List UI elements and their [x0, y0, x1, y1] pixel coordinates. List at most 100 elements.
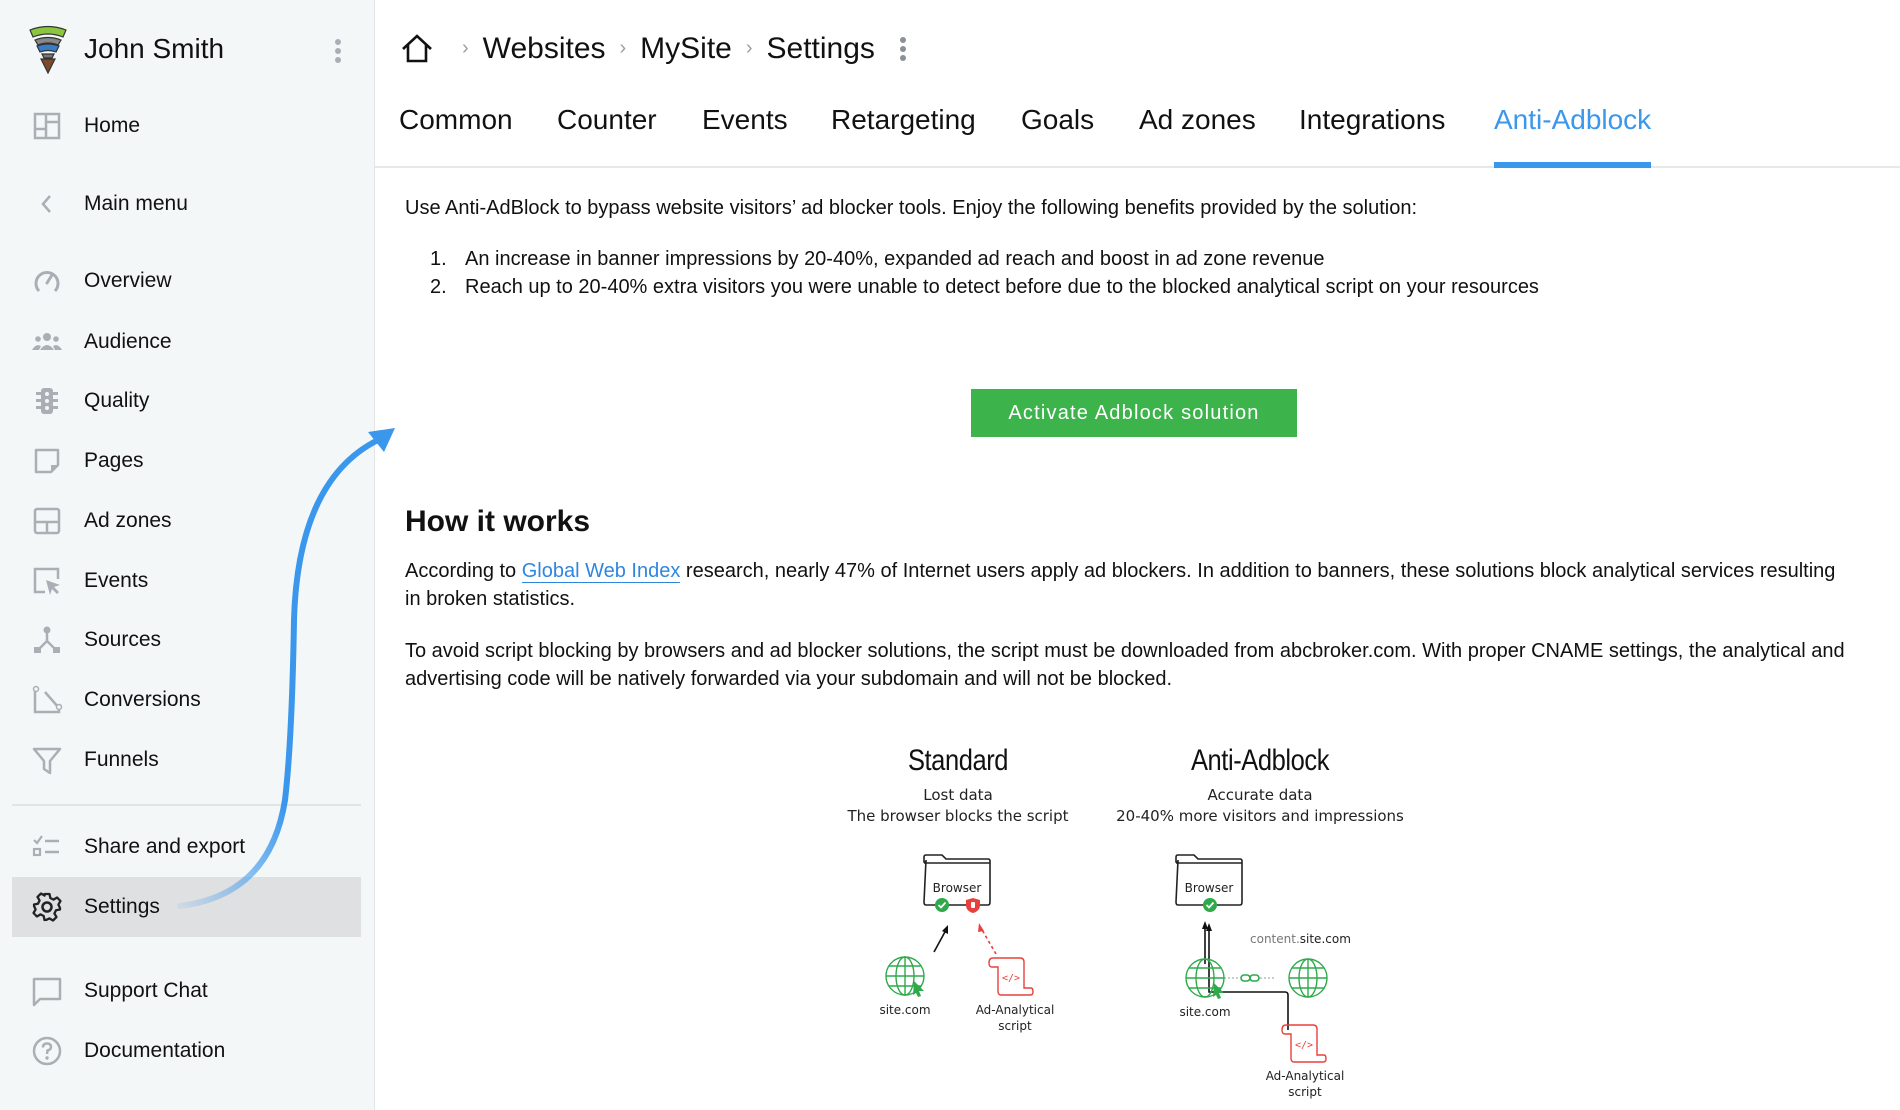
check-circle-icon: [935, 898, 949, 912]
gear-icon: [12, 878, 82, 936]
sidebar-item-home[interactable]: Home: [12, 97, 361, 155]
branch-icon: [12, 611, 82, 669]
browser-label: Browser: [932, 881, 982, 895]
list-number: 1.: [430, 248, 447, 270]
layout-icon: [12, 492, 82, 550]
sidebar-item-ad-zones[interactable]: Ad zones: [12, 492, 361, 550]
tab-ad-zones[interactable]: Ad zones: [1139, 104, 1256, 166]
arrow-site-to-browser: [933, 929, 947, 953]
text-segment: According to: [405, 560, 522, 582]
how-it-works-paragraph-1: According to Global Web Index research, …: [405, 557, 1845, 613]
benefits-list: 1. An increase in banner impressions by …: [430, 245, 1539, 301]
sidebar-item-label: Documentation: [84, 1039, 226, 1062]
sidebar-item-label: Quality: [84, 389, 150, 412]
sidebar-item-quality[interactable]: Quality: [12, 372, 361, 430]
sidebar-item-label: Main menu: [84, 192, 188, 215]
list-text: Reach up to 20-40% extra visitors you we…: [465, 276, 1539, 298]
tab-integrations[interactable]: Integrations: [1299, 104, 1445, 166]
sidebar-item-label: Settings: [84, 895, 160, 918]
user-header: John Smith: [0, 22, 375, 78]
tab-goals[interactable]: Goals: [1021, 104, 1094, 166]
chevron-left-icon: [12, 175, 82, 233]
script-scroll-icon: </>: [1281, 1024, 1327, 1063]
sidebar-item-label: Ad zones: [84, 509, 172, 532]
standard-title: Standard: [907, 744, 1009, 777]
sidebar: John Smith Home Main menu Overview Audie…: [0, 0, 375, 1110]
sidebar-item-label: Share and export: [84, 835, 246, 858]
breadcrumb-settings: Settings: [766, 32, 875, 65]
site-label: site.com: [879, 1003, 931, 1017]
sidebar-item-label: Pages: [84, 449, 144, 472]
sidebar-item-overview[interactable]: Overview: [12, 252, 361, 310]
breadcrumb-separator: ›: [619, 36, 627, 59]
breadcrumb-mysite[interactable]: MySite: [640, 32, 732, 66]
tab-anti-adblock[interactable]: Anti-Adblock: [1494, 104, 1652, 168]
script-label-2: script: [998, 1019, 1032, 1033]
sidebar-item-share-and-export[interactable]: Share and export: [12, 818, 361, 876]
anti-adblock-title: Anti-Adblock: [1190, 744, 1330, 777]
sidebar-item-settings[interactable]: Settings: [12, 877, 361, 937]
script-scroll-icon: </>: [988, 957, 1034, 996]
tab-retargeting[interactable]: Retargeting: [831, 104, 976, 166]
sidebar-item-pages[interactable]: Pages: [12, 432, 361, 490]
standard-subtitle-2: The browser blocks the script: [847, 807, 1069, 825]
shield-block-icon: [966, 898, 980, 913]
check-circle-icon: [1203, 898, 1217, 912]
sidebar-item-main-menu[interactable]: Main menu: [12, 175, 361, 233]
tab-counter[interactable]: Counter: [557, 104, 657, 166]
global-web-index-link[interactable]: Global Web Index: [521, 560, 681, 583]
sidebar-item-support-chat[interactable]: Support Chat: [12, 962, 361, 1020]
dashboard-icon: [12, 97, 82, 155]
sidebar-item-label: Home: [84, 114, 141, 137]
sidebar-item-conversions[interactable]: Conversions: [12, 671, 361, 729]
list-item: 2. Reach up to 20-40% extra visitors you…: [430, 273, 1539, 301]
link-icon: [1240, 974, 1260, 982]
breadcrumb-kebab-icon[interactable]: [897, 34, 909, 64]
svg-text:</>: </>: [1295, 1040, 1313, 1051]
site-label: site.com: [1179, 1005, 1231, 1019]
anti-subtitle-1: Accurate data: [1207, 786, 1313, 804]
people-icon: [12, 313, 82, 371]
list-item: 1. An increase in banner impressions by …: [430, 245, 1539, 273]
content-domain: site.com: [1299, 932, 1351, 946]
user-menu-kebab-icon[interactable]: [328, 36, 348, 66]
chat-icon: [12, 962, 82, 1020]
sidebar-item-label: Audience: [84, 330, 172, 353]
speedometer-icon: [12, 252, 82, 310]
list-text: An increase in banner impressions by 20-…: [465, 248, 1325, 270]
sidebar-item-events[interactable]: Events: [12, 552, 361, 610]
sidebar-item-funnels[interactable]: Funnels: [12, 731, 361, 789]
sidebar-item-sources[interactable]: Sources: [12, 611, 361, 669]
sidebar-item-audience[interactable]: Audience: [12, 313, 361, 371]
activate-adblock-button[interactable]: Activate Adblock solution: [971, 389, 1297, 437]
script-label-1: Ad-Analytical: [1265, 1069, 1345, 1083]
sidebar-item-label: Overview: [84, 269, 172, 292]
sidebar-item-label: Funnels: [84, 748, 159, 771]
tab-common[interactable]: Common: [399, 104, 513, 166]
settings-tabs: Common Counter Events Retargeting Goals …: [375, 96, 1900, 168]
content-prefix: content.: [1250, 932, 1300, 946]
home-icon[interactable]: [400, 32, 434, 66]
sidebar-item-label: Sources: [84, 628, 162, 651]
anti-adblock-column: Anti-Adblock Accurate data 20-40% more v…: [1100, 743, 1420, 827]
funnel-icon: [12, 731, 82, 789]
how-it-works-heading: How it works: [405, 505, 591, 538]
sidebar-divider: [12, 804, 361, 806]
sidebar-item-documentation[interactable]: Documentation: [12, 1022, 361, 1080]
breadcrumb: › Websites › MySite › Settings: [400, 28, 909, 70]
breadcrumb-websites[interactable]: Websites: [483, 32, 606, 66]
breadcrumb-separator: ›: [462, 36, 469, 59]
globe-icon: [1288, 958, 1328, 998]
standard-column: Standard Lost data The browser blocks th…: [838, 743, 1078, 827]
breadcrumb-separator: ›: [745, 36, 753, 59]
traffic-light-icon: [12, 372, 82, 430]
anti-subtitle-2: 20-40% more visitors and impressions: [1116, 807, 1404, 825]
conversion-icon: [12, 671, 82, 729]
tab-events[interactable]: Events: [702, 104, 788, 166]
logo-icon: [29, 25, 67, 74]
sidebar-item-label: Conversions: [84, 688, 201, 711]
sidebar-item-label: Support Chat: [84, 979, 208, 1002]
standard-subtitle-1: Lost data: [923, 786, 993, 804]
how-it-works-paragraph-2: To avoid script blocking by browsers and…: [405, 640, 1845, 690]
checklist-icon: [12, 818, 82, 876]
